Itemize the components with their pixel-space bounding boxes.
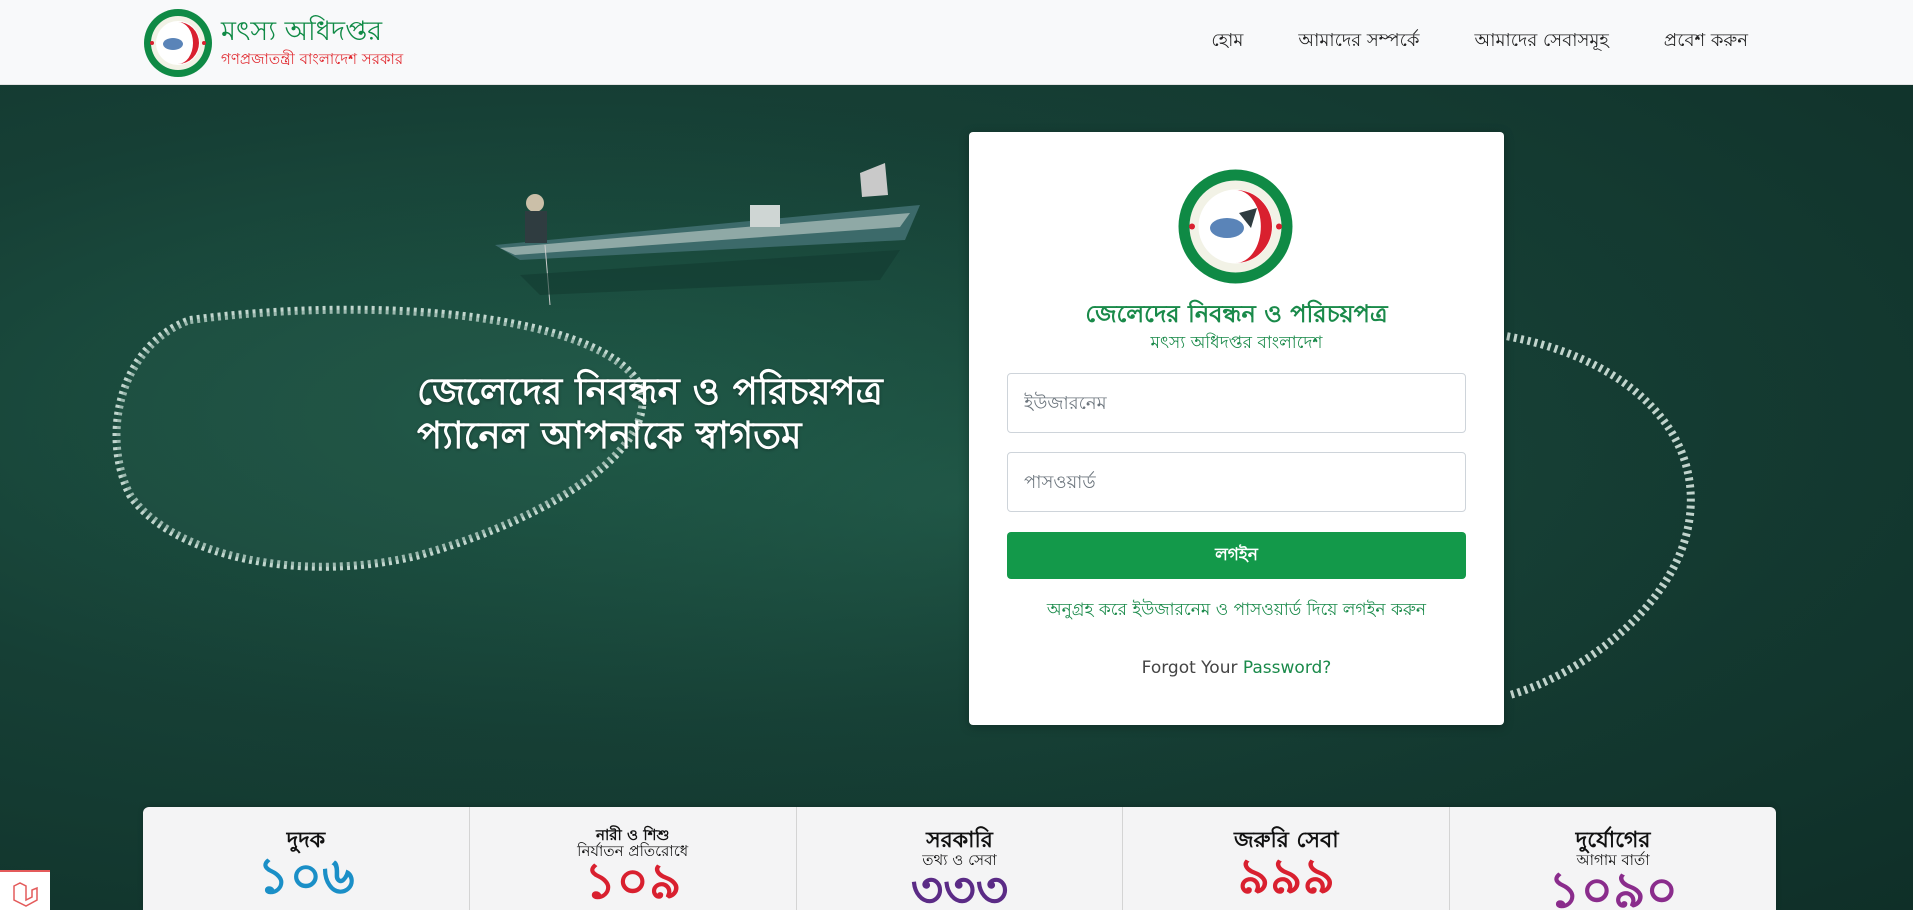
main-nav: হোম আমাদের সম্পর্কে আমাদের সেবাসমূহ প্রব… bbox=[1156, 26, 1748, 56]
hotline-item[interactable]: জরুরি সেবা ৯৯৯ bbox=[1122, 807, 1449, 910]
hotline-number: ১০৯ bbox=[583, 852, 682, 910]
hotline-strip: দুদক ১০৬ নারী ও শিশু নির্যাতন প্রতিরোধে … bbox=[143, 807, 1776, 910]
hotline-label: দুর্যোগের আগাম বার্তা bbox=[1450, 807, 1776, 868]
hotline-number: ৩৩৩ bbox=[910, 861, 1009, 910]
password-input[interactable] bbox=[1007, 452, 1466, 512]
hotline-label: সরকারি তথ্য ও সেবা bbox=[797, 807, 1123, 868]
nav-about[interactable]: আমাদের সম্পর্কে bbox=[1298, 26, 1419, 56]
login-card: জেলেদের নিবন্ধন ও পরিচয়পত্র মৎস্য অধিদপ… bbox=[969, 132, 1504, 725]
hotline-item[interactable]: দুর্যোগের আগাম বার্তা ১০৯০ bbox=[1449, 807, 1776, 910]
hotline-label-line1: সরকারি bbox=[926, 828, 993, 853]
login-title: জেলেদের নিবন্ধন ও পরিচয়পত্র bbox=[1085, 300, 1388, 328]
login-hint: অনুগ্রহ করে ইউজারনেম ও পাসওয়ার্ড দিয়ে … bbox=[1046, 600, 1427, 620]
hero-title-line1: জেলেদের নিবন্ধন ও পরিচয়পত্র bbox=[417, 370, 883, 413]
brand-subtitle: গণপ্রজাতন্ত্রী বাংলাদেশ সরকার bbox=[221, 50, 404, 68]
brand-title: মৎস্য অধিদপ্তর bbox=[221, 16, 383, 47]
hero-welcome-text: জেলেদের নিবন্ধন ও পরিচয়পত্র প্যানেল আপন… bbox=[417, 370, 883, 458]
hotline-number: ৯৯৯ bbox=[1237, 847, 1335, 905]
hotline-number: ১০৬ bbox=[257, 847, 355, 905]
hero-section: জেলেদের নিবন্ধন ও পরিচয়পত্র প্যানেল আপন… bbox=[0, 85, 1913, 910]
hotline-item[interactable]: নারী ও শিশু নির্যাতন প্রতিরোধে ১০৯ bbox=[468, 807, 796, 910]
nav-services[interactable]: আমাদের সেবাসমূহ bbox=[1474, 26, 1608, 56]
hotline-item[interactable]: সরকারি তথ্য ও সেবা ৩৩৩ bbox=[795, 807, 1123, 910]
nav-login[interactable]: প্রবেশ করুন bbox=[1664, 26, 1748, 56]
laravel-icon bbox=[13, 882, 38, 907]
login-button[interactable]: লগইন bbox=[1007, 532, 1466, 579]
forgot-password: Forgot Your Password? bbox=[969, 655, 1504, 681]
forgot-prefix: Forgot Your bbox=[1141, 658, 1243, 678]
login-subtitle: মৎস্য অধিদপ্তর বাংলাদেশ bbox=[1150, 333, 1323, 353]
hero-background-image bbox=[0, 85, 1913, 910]
brand[interactable]: মৎস্য অধিদপ্তর গণপ্রজাতন্ত্রী বাংলাদেশ স… bbox=[143, 8, 403, 78]
hotline-label: নারী ও শিশু নির্যাতন প্রতিরোধে bbox=[470, 807, 796, 859]
debug-badge[interactable] bbox=[0, 870, 50, 910]
hotline-item[interactable]: দুদক ১০৬ bbox=[143, 807, 469, 910]
hotline-label-line1: দুর্যোগের bbox=[1575, 828, 1651, 853]
forgot-password-link[interactable]: Password? bbox=[1243, 658, 1331, 678]
hero-title-line2: প্যানেল আপনাকে স্বাগতম bbox=[417, 414, 802, 457]
emblem-logo-icon bbox=[144, 9, 212, 77]
hotline-number: ১০৯০ bbox=[1548, 861, 1679, 910]
emblem-logo-icon bbox=[1178, 169, 1293, 284]
nav-home[interactable]: হোম bbox=[1211, 26, 1243, 56]
top-navbar: মৎস্য অধিদপ্তর গণপ্রজাতন্ত্রী বাংলাদেশ স… bbox=[0, 0, 1913, 85]
username-input[interactable] bbox=[1007, 373, 1466, 433]
